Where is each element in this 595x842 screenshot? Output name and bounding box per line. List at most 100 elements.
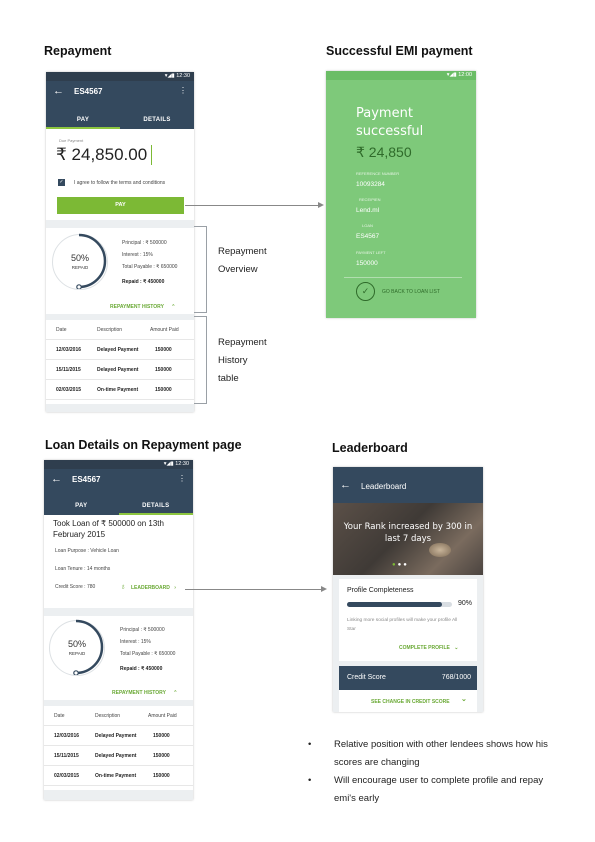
complete-profile-link[interactable]: COMPLETE PROFILE ⌄ — [399, 645, 458, 651]
card-divider — [46, 220, 194, 228]
details-bottom-divider — [44, 790, 193, 800]
bullet-item: Will encourage user to complete profile … — [308, 772, 553, 808]
terms-label: I agree to follow the terms and conditio… — [74, 180, 166, 186]
table-row: 02/03/2015 On-time Payment 150000 — [44, 766, 193, 786]
repayment-history-label: REPAYMENT HISTORY — [110, 304, 164, 310]
back-arrow-icon[interactable]: ← — [340, 479, 351, 491]
status-bar: ▾◢▮ 12:30 — [46, 72, 194, 81]
details-interest-text: Interest : 15% — [120, 639, 151, 645]
recipient-value: Lend.ml — [356, 207, 380, 214]
history-annotation-line1: Repayment — [218, 337, 267, 348]
table-row: 12/03/2016 Delayed Payment 150000 — [44, 726, 193, 746]
details-repaid-progress-circle: 50% REPAID — [49, 619, 105, 676]
history-annotation-line2: History — [218, 355, 248, 366]
profile-hint-text: Linking more social profiles will make y… — [347, 618, 458, 632]
success-amount: ₹ 24,850 — [356, 144, 412, 160]
history-annotation-line3: table — [218, 373, 239, 384]
row-description: Delayed Payment — [97, 367, 139, 373]
details-principal-text: Principal : ₹ 500000 — [120, 627, 165, 633]
pay-button[interactable]: PAY — [57, 197, 184, 214]
see-change-link[interactable]: SEE CHANGE IN CREDIT SCORE — [371, 698, 451, 706]
overview-annotation-line1: Repayment — [218, 246, 267, 257]
credit-score-text: Credit Score : 780 — [55, 584, 96, 590]
table-row: 12/03/2016 Delayed Payment 150000 — [46, 340, 194, 360]
status-time: 12:30 — [176, 73, 190, 79]
success-phone: ▾◢▮ 12:00 Payment successful ₹ 24,850 RE… — [326, 71, 476, 318]
success-section-title: Successful EMI payment — [326, 44, 473, 58]
tab-details[interactable]: DETAILS — [118, 500, 193, 515]
loan-details-phone: ▾◢▮ 12:30 ← ES4567 ⋮ PAY DETAILS Took Lo… — [44, 460, 193, 800]
recipient-label: RECEIPIEN — [359, 197, 381, 202]
details-repayment-history-link[interactable]: REPAYMENT HISTORY ⌃ — [112, 690, 177, 696]
success-status-time: 12:00 — [458, 72, 472, 78]
more-icon[interactable]: ⋮ — [179, 86, 187, 95]
terms-checkbox[interactable]: ✓ — [58, 179, 65, 186]
row-amount: 150000 — [153, 753, 170, 759]
row-description: On-time Payment — [95, 773, 137, 779]
banner-pager-dots[interactable]: ●●● — [392, 562, 409, 568]
details-repaid-label: REPAID — [68, 651, 86, 656]
table-row: 15/11/2015 Delayed Payment 150000 — [44, 746, 193, 766]
header-date: Date — [54, 713, 65, 719]
more-icon[interactable]: ⋮ — [178, 474, 186, 483]
back-arrow-icon[interactable]: ← — [53, 85, 64, 97]
loan-purpose-text: Loan Purpose : Vehicle Loan — [55, 548, 119, 554]
credit-score-bar: Credit Score 768/1000 — [339, 666, 477, 690]
due-payment-label: Due Payment — [59, 138, 84, 143]
payment-left-label: PAYMENT LEFT — [356, 250, 386, 255]
leaderboard-link[interactable]: LEADERBOARD › — [131, 585, 176, 591]
chevron-down-icon[interactable]: ⌄ — [461, 695, 467, 703]
overview-annotation: Repayment Overview — [218, 243, 267, 279]
details-loan-id-title: ES4567 — [72, 475, 101, 484]
repaid-label: REPAID — [71, 265, 89, 270]
repayment-history-link[interactable]: REPAYMENT HISTORY ⌃ — [110, 304, 175, 310]
header-amount: Amount Paid — [148, 713, 177, 719]
profile-percent: 90% — [458, 600, 473, 607]
loan-tenure-text: Loan Tenure : 14 months — [55, 566, 111, 572]
payment-left-value: 150000 — [356, 260, 378, 267]
check-circle-icon[interactable]: ✓ — [356, 282, 375, 301]
row-amount: 150000 — [153, 773, 170, 779]
loan-label: LOAN — [362, 223, 373, 228]
table-row: 15/11/2015 Delayed Payment 150000 — [46, 360, 194, 380]
profile-progress-fill — [347, 602, 442, 607]
leaderboard-link-label: LEADERBOARD — [131, 585, 170, 591]
leaderboard-title: Leaderboard — [361, 482, 407, 491]
header-description: Description — [97, 327, 123, 333]
row-date: 02/03/2015 — [54, 773, 80, 779]
header-date: Date — [56, 327, 67, 333]
bullet-item: Relative position with other lendees sho… — [308, 736, 553, 772]
credit-change-card: SEE CHANGE IN CREDIT SCORE ⌄ — [339, 690, 477, 712]
details-card-divider — [44, 608, 193, 616]
back-arrow-icon[interactable]: ← — [51, 473, 62, 485]
medal-icon: ♁ — [120, 582, 126, 591]
tab-pay[interactable]: PAY — [46, 114, 120, 129]
back-to-loan-list-link[interactable]: GO BACK TO LOAN LIST — [382, 289, 440, 295]
interest-text: Interest : 15% — [122, 252, 153, 258]
credit-score-label: Credit Score — [347, 674, 386, 681]
row-description: Delayed Payment — [97, 347, 139, 353]
row-amount: 150000 — [153, 733, 170, 739]
chevron-up-icon: ⌃ — [173, 690, 178, 696]
history-annotation: Repayment History table — [218, 334, 267, 388]
success-heading-line2: successful — [356, 124, 424, 139]
row-date: 02/03/2015 — [56, 387, 82, 393]
coin-stack-image — [429, 543, 451, 557]
tab-details[interactable]: DETAILS — [120, 114, 194, 129]
details-app-bar: ← ES4567 ⋮ PAY DETAILS — [44, 469, 193, 515]
chevron-right-icon: › — [174, 585, 176, 591]
chevron-down-icon: ⌄ — [454, 645, 459, 651]
loan-value: ES4567 — [356, 233, 380, 240]
principal-text: Principal : ₹ 500000 — [122, 240, 167, 246]
success-heading: Payment successful — [356, 105, 423, 141]
repaid-percent: 50% — [70, 253, 89, 263]
history-bracket — [194, 316, 207, 404]
total-payable-text: Total Payable : ₹ 650000 — [122, 264, 178, 270]
row-date: 12/03/2016 — [56, 347, 82, 353]
header-amount: Amount Paid — [150, 327, 179, 333]
leaderboard-arrow-head — [321, 586, 327, 592]
rank-banner-text: Your Rank increased by 300 in last 7 day… — [343, 522, 473, 544]
tab-pay[interactable]: PAY — [44, 500, 119, 515]
success-status-bar: ▾◢▮ 12:00 — [326, 71, 476, 80]
chevron-up-icon: ⌃ — [171, 304, 176, 310]
